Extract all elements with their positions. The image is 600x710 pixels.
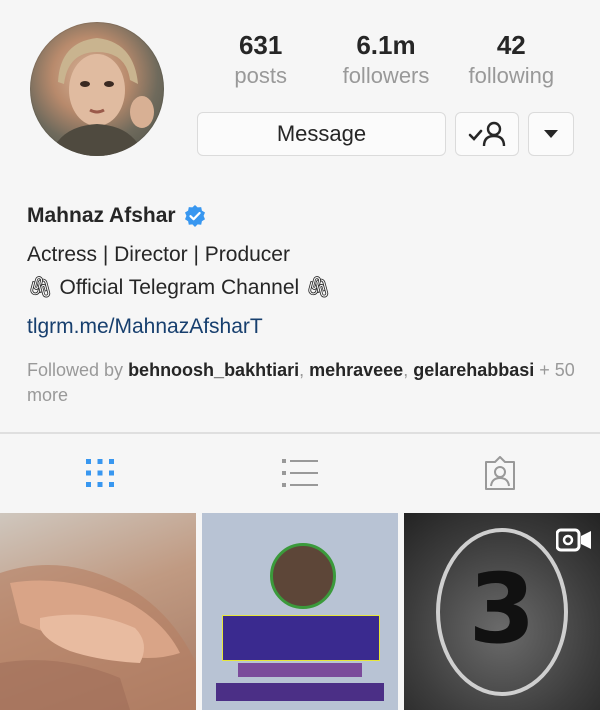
stat-label: posts xyxy=(234,63,287,88)
grid-icon xyxy=(86,459,114,487)
verified-badge-icon xyxy=(184,205,205,227)
countdown-number: 3 xyxy=(468,553,536,665)
more-options-button[interactable] xyxy=(528,112,574,156)
tab-tagged[interactable] xyxy=(475,450,525,496)
tab-list[interactable] xyxy=(275,450,325,496)
poster-caption-block xyxy=(238,663,362,677)
stat-posts[interactable]: 631 posts xyxy=(201,28,321,90)
followed-by-prefix: Followed by xyxy=(27,360,124,380)
profile-stats: 631 posts 6.1m followers 42 following xyxy=(198,28,574,90)
profile-avatar[interactable] xyxy=(30,22,164,156)
poster-title-block xyxy=(222,615,380,661)
following-button[interactable] xyxy=(455,112,519,156)
hands-illustration xyxy=(0,565,196,710)
message-button[interactable]: Message xyxy=(197,112,446,156)
profile-name: Mahnaz Afshar xyxy=(27,204,176,227)
stat-label: followers xyxy=(342,63,430,88)
profile-bio: Mahnaz Afshar Actress | Director | Produ… xyxy=(27,200,587,343)
followed-by[interactable]: Followed by behnoosh_bakhtiari, mehravee… xyxy=(27,358,587,408)
tagged-person-icon xyxy=(485,456,515,490)
profile-link[interactable]: tlgrm.me/MahnazAfsharT xyxy=(27,310,587,343)
stat-value: 6.1m xyxy=(356,30,416,60)
profile-screen: 631 posts 6.1m followers 42 following Me… xyxy=(0,0,600,710)
name-row: Mahnaz Afshar xyxy=(27,200,587,232)
avatar-illustration xyxy=(50,38,154,156)
person-check-icon xyxy=(468,121,506,147)
video-icon xyxy=(556,528,591,552)
stat-followers[interactable]: 6.1m followers xyxy=(326,28,446,90)
section-divider xyxy=(0,432,600,434)
stat-value: 631 xyxy=(238,30,283,60)
bio-line: 🖇 Official Telegram Channel 🖇 xyxy=(27,276,332,299)
stat-value: 42 xyxy=(496,30,526,60)
followed-by-user[interactable]: gelarehabbasi xyxy=(413,360,534,380)
stat-following[interactable]: 42 following xyxy=(451,28,571,90)
list-icon xyxy=(282,459,318,487)
stat-label: following xyxy=(468,63,555,88)
poster-footer-block xyxy=(216,683,384,701)
bio-line: Actress | Director | Producer xyxy=(27,243,290,266)
followed-by-user[interactable]: behnoosh_bakhtiari xyxy=(128,360,299,380)
post-thumbnail-poster[interactable] xyxy=(202,513,398,710)
chevron-down-icon xyxy=(544,130,558,138)
post-thumbnail-hands[interactable] xyxy=(0,513,196,710)
followed-by-user[interactable]: mehraveee xyxy=(309,360,403,380)
poster-portrait xyxy=(270,543,336,609)
post-thumbnail-video[interactable]: 3 xyxy=(404,513,600,710)
tab-grid[interactable] xyxy=(75,450,125,496)
